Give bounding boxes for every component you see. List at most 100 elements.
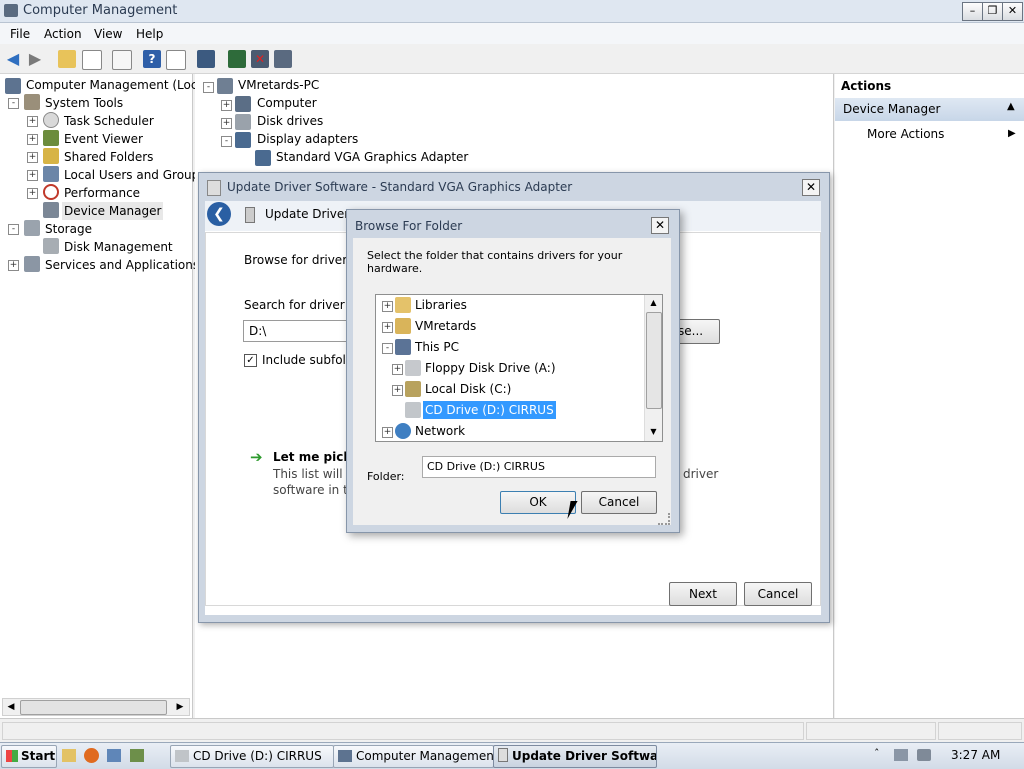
tree-item-task-scheduler[interactable]: Task Scheduler <box>64 112 154 130</box>
tree-item-system-tools[interactable]: System Tools <box>45 94 123 112</box>
volume-muted-icon[interactable] <box>917 749 931 761</box>
expand-toggle[interactable]: + <box>221 100 232 111</box>
expand-toggle[interactable]: + <box>27 170 38 181</box>
collapse-toggle[interactable]: - <box>382 343 393 354</box>
minimize-button[interactable]: – <box>962 2 983 21</box>
tree-item-device-manager[interactable]: Device Manager <box>62 202 164 220</box>
horizontal-scrollbar[interactable]: ◀ ▶ <box>2 698 190 716</box>
scan-hardware-icon[interactable] <box>197 50 215 68</box>
taskbar-item-update-driver[interactable]: Update Driver Softwa... <box>493 745 657 768</box>
folder-item-vmretards[interactable]: VMretards <box>415 317 476 335</box>
display-adapter-icon <box>235 132 251 148</box>
forward-arrow-icon[interactable]: ▶ <box>26 50 44 68</box>
tree-item-storage[interactable]: Storage <box>45 220 92 238</box>
taskbar-item-cd-drive[interactable]: CD Drive (D:) CIRRUS <box>170 745 334 768</box>
scroll-thumb[interactable] <box>646 312 662 409</box>
device-tree-pc[interactable]: VMretards-PC <box>238 76 319 94</box>
ok-button[interactable]: OK <box>500 491 576 514</box>
network-tray-icon[interactable] <box>894 749 908 761</box>
next-button[interactable]: Next <box>669 582 737 606</box>
windows-logo-icon <box>6 750 18 762</box>
view-icon[interactable] <box>166 50 186 70</box>
scroll-left-icon[interactable]: ◀ <box>3 699 19 715</box>
tree-item-performance[interactable]: Performance <box>64 184 140 202</box>
folder-item-libraries[interactable]: Libraries <box>415 296 467 314</box>
folder-item-cd-drive[interactable]: CD Drive (D:) CIRRUS <box>423 401 556 419</box>
expand-toggle[interactable]: + <box>27 188 38 199</box>
browse-button[interactable]: se... <box>677 319 720 344</box>
actions-section[interactable]: Device Manager ▲ <box>835 98 1024 121</box>
device-tree-disk-drives[interactable]: Disk drives <box>257 112 323 130</box>
tree-item-local-users[interactable]: Local Users and Groups <box>64 166 206 184</box>
show-hide-tree-icon[interactable] <box>82 50 102 70</box>
expand-toggle[interactable]: + <box>8 260 19 271</box>
expand-toggle[interactable]: + <box>27 116 38 127</box>
more-actions-link[interactable]: More Actions <box>867 127 944 141</box>
folder-item-local-disk[interactable]: Local Disk (C:) <box>425 380 511 398</box>
collapse-toggle[interactable]: - <box>8 98 19 109</box>
taskbar-item-computer-management[interactable]: Computer Management <box>333 745 494 768</box>
folder-item-this-pc[interactable]: This PC <box>415 338 459 356</box>
tree-item-shared-folders[interactable]: Shared Folders <box>64 148 153 166</box>
collapse-arrow-icon[interactable]: ▲ <box>1007 101 1015 112</box>
menu-action[interactable]: Action <box>44 27 82 41</box>
explorer-quicklaunch-icon[interactable] <box>62 749 76 762</box>
back-arrow-icon[interactable]: ◀ <box>4 50 22 68</box>
clock[interactable]: 3:27 AM <box>951 748 1000 762</box>
browse-dialog-body: Select the folder that contains drivers … <box>353 238 671 525</box>
expand-toggle[interactable]: + <box>27 152 38 163</box>
enable-device-icon[interactable] <box>274 50 292 68</box>
expand-toggle[interactable]: + <box>221 118 232 129</box>
quicklaunch-icon[interactable] <box>107 749 121 762</box>
update-driver-icon[interactable] <box>228 50 246 68</box>
device-tree-computer[interactable]: Computer <box>257 94 317 112</box>
submenu-arrow-icon: ▶ <box>1008 128 1016 139</box>
restore-button[interactable]: ❐ <box>982 2 1003 21</box>
driver-path-input[interactable]: D:\ <box>243 320 349 342</box>
quicklaunch-icon[interactable] <box>130 749 144 762</box>
device-tree-display-adapters[interactable]: Display adapters <box>257 130 358 148</box>
browse-cancel-button[interactable]: Cancel <box>581 491 657 514</box>
browse-close-button[interactable]: ✕ <box>651 217 669 234</box>
folder-input[interactable]: CD Drive (D:) CIRRUS <box>422 456 656 478</box>
start-button[interactable]: Start <box>1 745 57 768</box>
collapse-toggle[interactable]: - <box>8 224 19 235</box>
expand-toggle[interactable]: + <box>27 134 38 145</box>
folder-item-floppy[interactable]: Floppy Disk Drive (A:) <box>425 359 556 377</box>
tree-item-event-viewer[interactable]: Event Viewer <box>64 130 143 148</box>
status-segment <box>938 722 1022 740</box>
close-button[interactable]: ✕ <box>1002 2 1023 21</box>
tree-item-root[interactable]: Computer Management (Local <box>26 76 208 94</box>
up-folder-icon[interactable] <box>58 50 76 68</box>
tree-item-disk-management[interactable]: Disk Management <box>64 238 173 256</box>
back-arrow-icon[interactable]: ❮ <box>207 202 231 226</box>
dialog-close-button[interactable]: ✕ <box>802 179 820 196</box>
collapse-toggle[interactable]: - <box>221 136 232 147</box>
update-cancel-button[interactable]: Cancel <box>744 582 812 606</box>
expand-toggle[interactable]: + <box>392 385 403 396</box>
folder-item-network[interactable]: Network <box>415 422 465 440</box>
properties-icon[interactable] <box>112 50 132 70</box>
tree-item-services[interactable]: Services and Applications <box>45 256 199 274</box>
scroll-right-icon[interactable]: ▶ <box>172 699 188 715</box>
menu-view[interactable]: View <box>94 27 122 41</box>
folder-tree-scrollbar[interactable]: ▲ ▼ <box>644 295 662 441</box>
include-subfolders-checkbox[interactable]: ✓ <box>244 354 257 367</box>
toolbar: ◀ ▶ ? ✕ <box>0 45 1024 74</box>
scroll-down-icon[interactable]: ▼ <box>645 424 662 440</box>
scroll-thumb[interactable] <box>20 700 167 715</box>
menu-file[interactable]: File <box>10 27 30 41</box>
expand-toggle[interactable]: + <box>382 427 393 438</box>
device-tree-vga[interactable]: Standard VGA Graphics Adapter <box>276 148 468 166</box>
menu-help[interactable]: Help <box>136 27 163 41</box>
collapse-toggle[interactable]: - <box>203 82 214 93</box>
expand-toggle[interactable]: + <box>382 301 393 312</box>
scroll-up-icon[interactable]: ▲ <box>645 295 662 311</box>
firefox-quicklaunch-icon[interactable] <box>84 748 99 763</box>
show-hidden-icons-icon[interactable]: ˆ <box>874 747 880 760</box>
help-icon[interactable]: ? <box>143 50 161 68</box>
expand-toggle[interactable]: + <box>382 322 393 333</box>
resize-grip-icon[interactable] <box>658 513 670 525</box>
uninstall-icon[interactable]: ✕ <box>251 50 269 68</box>
expand-toggle[interactable]: + <box>392 364 403 375</box>
